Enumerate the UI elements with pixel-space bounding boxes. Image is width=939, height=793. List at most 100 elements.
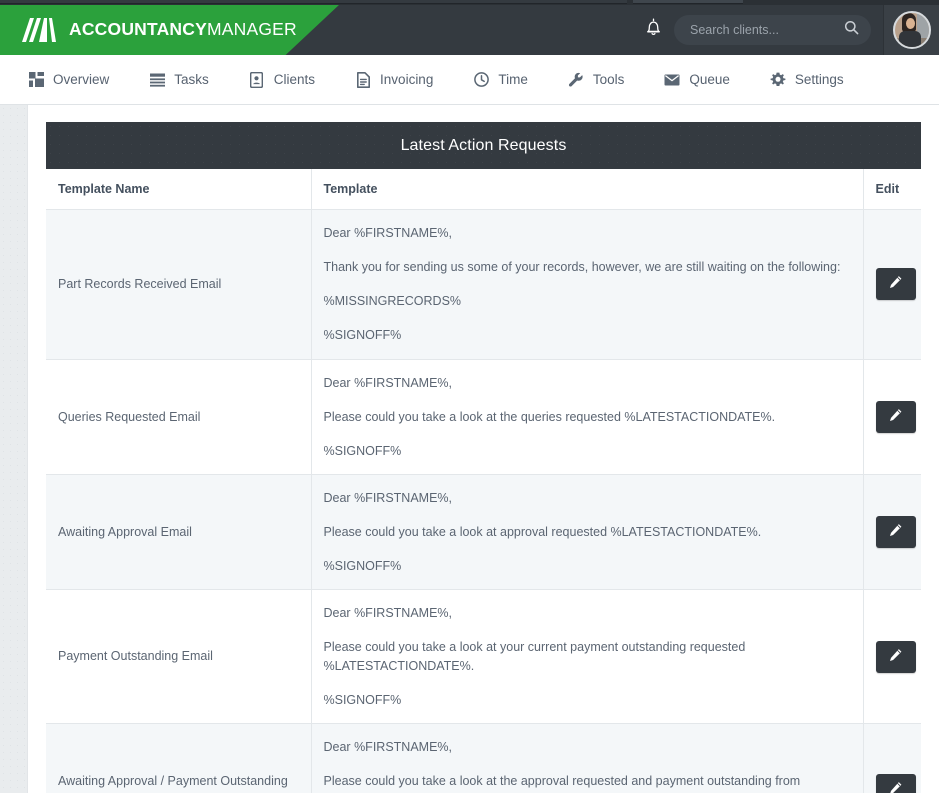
table-row: Queries Requested Email Dear %FIRSTNAME%,… <box>46 359 921 475</box>
nav-item-time[interactable]: Time <box>473 55 528 105</box>
am-monogram-logo-icon <box>22 17 56 42</box>
left-rail <box>0 105 28 793</box>
page-title: Latest Action Requests <box>400 136 567 154</box>
list-lines-icon <box>149 72 165 88</box>
column-header-template: Template <box>311 169 864 210</box>
nav-label-overview: Overview <box>53 72 110 87</box>
pencil-icon <box>888 275 903 293</box>
template-line: %SIGNOFF% <box>323 692 402 707</box>
avatar-body <box>898 30 921 47</box>
cell-edit <box>863 209 921 360</box>
nav-label-invoicing: Invoicing <box>380 72 434 87</box>
content-area: Latest Action Requests Template Name Tem… <box>29 105 939 793</box>
top-bar: ACCOUNTANCYMANAGER <box>0 4 939 55</box>
pencil-icon <box>888 781 903 793</box>
nav-item-settings[interactable]: Settings <box>770 55 844 105</box>
edit-template-button[interactable] <box>875 774 916 793</box>
cell-edit <box>863 474 921 591</box>
avatar <box>892 10 931 49</box>
edit-template-button[interactable] <box>875 640 916 673</box>
edit-template-button[interactable] <box>875 516 916 549</box>
notification-bell-button[interactable] <box>632 4 674 55</box>
browser-tab-active[interactable] <box>633 0 743 4</box>
nav-item-invoicing[interactable]: Invoicing <box>355 55 433 105</box>
clock-icon <box>473 72 489 88</box>
cell-edit <box>863 723 921 793</box>
table-body: Part Records Received Email Dear %FIRSTNA… <box>46 209 921 793</box>
cell-template-name: Payment Outstanding Email <box>46 589 312 724</box>
template-line: Dear %FIRSTNAME%, <box>323 739 453 754</box>
table-header-row: Template Name Template Edit <box>46 169 921 210</box>
pencil-icon <box>888 648 903 666</box>
top-bar-right-group <box>632 4 939 55</box>
browser-tab-inactive[interactable] <box>0 0 627 4</box>
main-navigation: Overview Tasks Clients Invoicing Time To… <box>0 55 939 105</box>
browser-tab-strip <box>0 0 939 5</box>
pencil-icon <box>888 523 903 541</box>
table-row: Awaiting Approval Email Dear %FIRSTNAME%,… <box>46 474 921 591</box>
wrench-icon <box>568 72 584 88</box>
cell-edit <box>863 359 921 475</box>
pencil-icon <box>888 408 903 426</box>
cell-template-name: Awaiting Approval Email <box>46 474 312 591</box>
nav-label-time: Time <box>498 72 528 87</box>
column-header-template-name: Template Name <box>46 169 312 210</box>
cell-edit <box>863 589 921 724</box>
table-row: Awaiting Approval / Payment Outstanding … <box>46 723 921 793</box>
template-line: Dear %FIRSTNAME%, <box>323 490 453 505</box>
nav-label-clients: Clients <box>273 72 316 87</box>
column-header-edit: Edit <box>863 169 921 210</box>
brand-text: ACCOUNTANCYMANAGER <box>69 19 297 40</box>
client-search-box[interactable] <box>674 14 871 45</box>
template-line: Please could you take a look at the quer… <box>323 409 776 424</box>
template-line: %SIGNOFF% <box>323 443 402 458</box>
brand-name-bold: ACCOUNTANCY <box>69 19 207 39</box>
cell-template-body: Dear %FIRSTNAME%, Thank you for sending u… <box>311 209 864 360</box>
table-row: Payment Outstanding Email Dear %FIRSTNAME… <box>46 589 921 724</box>
nav-label-tools: Tools <box>592 72 625 87</box>
nav-item-queue[interactable]: Queue <box>664 55 730 105</box>
nav-item-tasks[interactable]: Tasks <box>149 55 209 105</box>
edit-template-button[interactable] <box>875 400 916 433</box>
envelope-icon <box>664 72 680 88</box>
cell-template-body: Dear %FIRSTNAME%, Please could you take a… <box>311 723 864 793</box>
cell-template-name: Part Records Received Email <box>46 209 312 360</box>
gear-icon <box>770 72 786 88</box>
template-line: %MISSINGRECORDS% <box>323 294 462 309</box>
template-line: %SIGNOFF% <box>323 328 402 343</box>
table-head: Template Name Template Edit <box>46 169 921 210</box>
nav-item-overview[interactable]: Overview <box>28 55 109 105</box>
panel-header: Latest Action Requests <box>46 122 921 169</box>
document-icon <box>355 71 371 88</box>
dashboard-grid-icon <box>28 72 44 88</box>
brand-logo-block[interactable]: ACCOUNTANCYMANAGER <box>22 4 297 55</box>
page-body: Latest Action Requests Template Name Tem… <box>0 105 939 793</box>
table-row: Part Records Received Email Dear %FIRSTNA… <box>46 209 921 360</box>
cell-template-body: Dear %FIRSTNAME%, Please could you take a… <box>311 359 864 475</box>
nav-item-clients[interactable]: Clients <box>249 55 315 105</box>
user-avatar-button[interactable] <box>883 4 939 55</box>
cell-template-body: Dear %FIRSTNAME%, Please could you take a… <box>311 589 864 724</box>
avatar-face <box>905 17 915 29</box>
notification-bell-icon <box>645 18 662 42</box>
edit-template-button[interactable] <box>875 268 916 301</box>
contact-card-icon <box>249 71 265 88</box>
brand-name-light: MANAGER <box>206 19 297 39</box>
template-line: Dear %FIRSTNAME%, <box>323 606 453 621</box>
nav-label-queue: Queue <box>689 72 730 87</box>
template-line: Thank you for sending us some of your re… <box>323 260 841 275</box>
cell-template-name: Awaiting Approval / Payment Outstanding … <box>46 723 312 793</box>
nav-label-settings: Settings <box>794 72 844 87</box>
cell-template-name: Queries Requested Email <box>46 359 312 475</box>
template-line: Please could you take a look at approval… <box>323 525 762 539</box>
template-line: Dear %FIRSTNAME%, <box>323 375 453 390</box>
cell-template-body: Dear %FIRSTNAME%, Please could you take a… <box>311 474 864 591</box>
template-line: %SIGNOFF% <box>323 559 402 574</box>
search-input[interactable] <box>674 14 871 45</box>
template-line: Dear %FIRSTNAME%, <box>323 226 453 240</box>
template-line: Please could you take a look at your cur… <box>323 640 746 673</box>
nav-item-tools[interactable]: Tools <box>568 55 625 105</box>
nav-label-tasks: Tasks <box>174 72 209 87</box>
template-line: Please could you take a look at the appr… <box>323 773 801 793</box>
action-request-templates-table: Template Name Template Edit Part Records… <box>46 169 921 793</box>
